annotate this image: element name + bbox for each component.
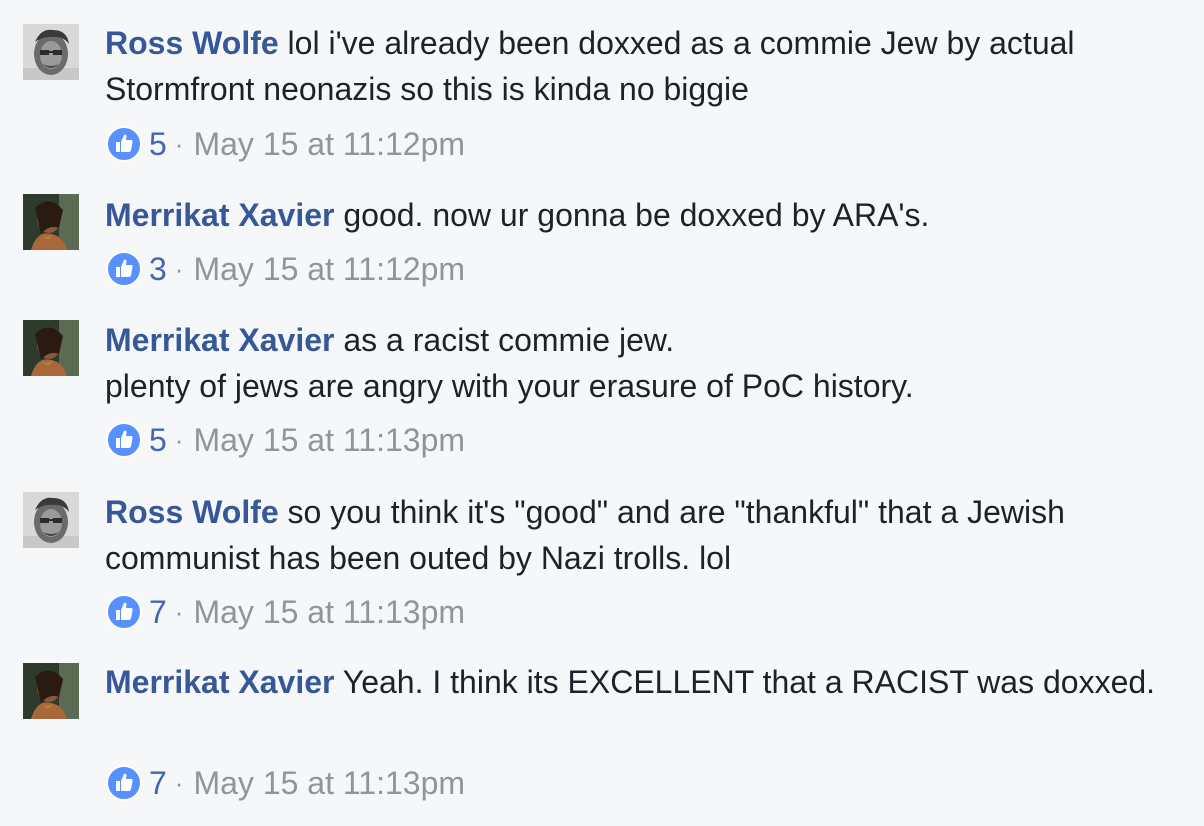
- meta-separator: ·: [174, 424, 184, 455]
- comment-timestamp[interactable]: May 15 at 11:13pm: [193, 422, 465, 459]
- comment-timestamp[interactable]: May 15 at 11:13pm: [193, 594, 465, 631]
- comment-text: Ross Wolfe lol i've already been doxxed …: [105, 20, 1184, 112]
- comment-timestamp[interactable]: May 15 at 11:12pm: [193, 126, 465, 163]
- comment-author[interactable]: Ross Wolfe: [105, 25, 279, 61]
- comment-meta: 5 · May 15 at 11:12pm: [105, 124, 465, 164]
- like-count[interactable]: 7: [149, 765, 167, 802]
- thumbs-up-icon[interactable]: [105, 764, 143, 802]
- comment-meta: 3 · May 15 at 11:12pm: [105, 249, 465, 289]
- ross-wolfe-avatar-image: [23, 492, 79, 548]
- thumbs-up-icon[interactable]: [105, 125, 143, 163]
- comment-text: Merrikat Xavier as a racist commie jew. …: [105, 317, 1184, 409]
- like-count[interactable]: 7: [149, 594, 167, 631]
- meta-separator: ·: [174, 596, 184, 627]
- avatar[interactable]: [23, 492, 79, 548]
- comment-message: Yeah. I think its EXCELLENT that a RACIS…: [342, 664, 1156, 700]
- avatar[interactable]: [23, 320, 79, 376]
- thumbs-up-icon[interactable]: [105, 421, 143, 459]
- comment-message: good. now ur gonna be doxxed by ARA's.: [343, 197, 930, 233]
- like-count[interactable]: 5: [149, 422, 167, 459]
- comment-author[interactable]: Ross Wolfe: [105, 494, 279, 530]
- comment-text: Ross Wolfe so you think it's "good" and …: [105, 489, 1184, 581]
- comment-timestamp[interactable]: May 15 at 11:12pm: [193, 251, 465, 288]
- thumbs-up-icon[interactable]: [105, 250, 143, 288]
- comment-meta: 7 · May 15 at 11:13pm: [105, 592, 465, 632]
- comment-author[interactable]: Merrikat Xavier: [105, 664, 334, 700]
- like-count[interactable]: 5: [149, 126, 167, 163]
- comment-text: Merrikat Xavier good. now ur gonna be do…: [105, 192, 1184, 238]
- thumbs-up-icon[interactable]: [105, 593, 143, 631]
- avatar[interactable]: [23, 24, 79, 80]
- ross-wolfe-avatar-image: [23, 24, 79, 80]
- meta-separator: ·: [174, 128, 184, 159]
- merrikat-xavier-avatar-image: [23, 194, 79, 250]
- avatar[interactable]: [23, 194, 79, 250]
- comment-author[interactable]: Merrikat Xavier: [105, 197, 334, 233]
- comment-author[interactable]: Merrikat Xavier: [105, 322, 334, 358]
- merrikat-xavier-avatar-image: [23, 663, 79, 719]
- meta-separator: ·: [174, 253, 184, 284]
- meta-separator: ·: [174, 767, 184, 798]
- comment-text: Merrikat Xavier Yeah. I think its EXCELL…: [105, 659, 1184, 705]
- comment-thread: Ross Wolfe lol i've already been doxxed …: [0, 0, 1204, 826]
- comment-timestamp[interactable]: May 15 at 11:13pm: [193, 765, 465, 802]
- comment-meta: 5 · May 15 at 11:13pm: [105, 420, 465, 460]
- like-count[interactable]: 3: [149, 251, 167, 288]
- avatar[interactable]: [23, 663, 79, 719]
- comment-meta: 7 · May 15 at 11:13pm: [105, 763, 465, 803]
- merrikat-xavier-avatar-image: [23, 320, 79, 376]
